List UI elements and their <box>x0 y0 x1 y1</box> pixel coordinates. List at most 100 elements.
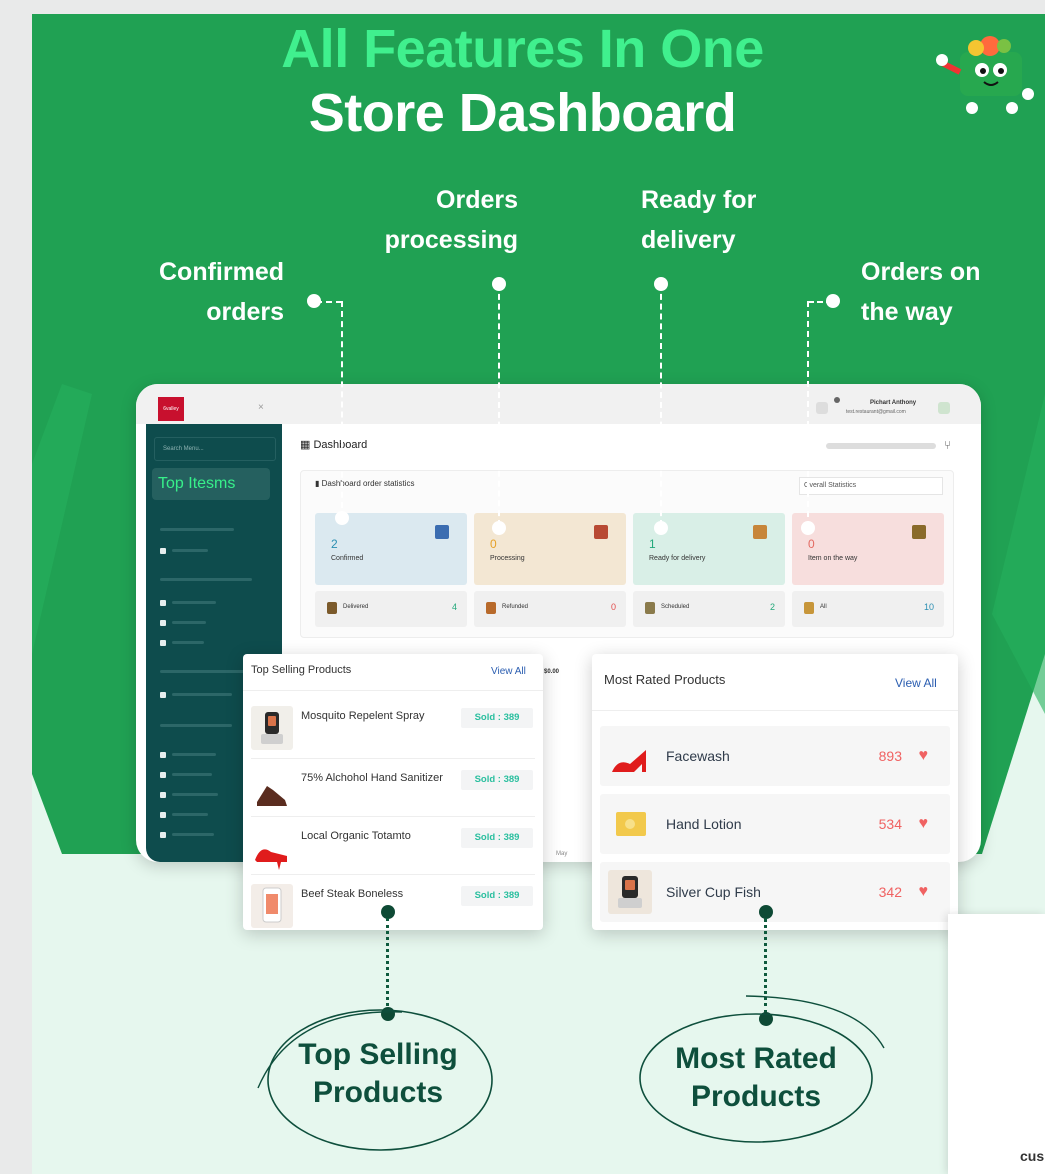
most-rated-view-all-link[interactable]: View All <box>895 676 937 690</box>
callout-ready-line2: delivery <box>641 226 736 254</box>
connector-on-the-way-v <box>807 301 809 527</box>
mini-stat-delivered[interactable]: Delivered 4 <box>315 591 467 627</box>
rating-count: 893 <box>878 748 902 764</box>
divider <box>251 816 535 817</box>
list-item[interactable]: Hand Lotion 534 ♥ <box>600 794 950 854</box>
product-thumbnail <box>608 734 652 778</box>
product-name: Facewash <box>666 748 730 764</box>
table-icon[interactable] <box>160 812 166 818</box>
most-rated-label-line2: Products <box>690 1080 822 1113</box>
home-icon[interactable] <box>160 772 166 778</box>
sold-badge: Sold : 389 <box>461 708 533 728</box>
progress-bar <box>826 443 936 449</box>
callout-processing: Orders processing <box>374 180 518 260</box>
box-icon <box>594 525 608 539</box>
card-value: 0 <box>490 537 497 551</box>
card-item-on-the-way[interactable]: 0 Item on the way <box>792 513 944 585</box>
dashboard-grid-icon: ▦ <box>300 439 314 451</box>
sidebar-item-bar[interactable] <box>172 641 204 644</box>
callout-ready: Ready for delivery <box>641 180 781 260</box>
sidebar-item-bar[interactable] <box>172 793 218 796</box>
sidebar-item-bar[interactable] <box>172 833 214 836</box>
list-item[interactable]: 75% Alchohol Hand Sanitizer Sold : 389 <box>243 762 543 820</box>
card-value: 1 <box>649 537 656 551</box>
list-item[interactable]: Local Organic Totamto Sold : 389 <box>243 820 543 878</box>
connector-confirmed-v <box>341 301 343 518</box>
callout-on-the-way-line1: Orders on <box>861 258 981 286</box>
restaurant-icon[interactable]: ⑂ <box>944 438 951 452</box>
chart-axis-fragment: May <box>556 851 568 857</box>
mini-stat-value: 0 <box>610 602 616 612</box>
list-item[interactable]: Facewash 893 ♥ <box>600 726 950 786</box>
sidebar-item-bar[interactable] <box>172 601 216 604</box>
cart-mascot-icon <box>936 36 1034 114</box>
divider <box>251 758 535 759</box>
mini-stat-scheduled[interactable]: Scheduled 2 <box>633 591 785 627</box>
promo-canvas: All Features In One Store Dashboard Conf… <box>0 0 1045 1174</box>
product-thumbnail <box>251 768 293 812</box>
statistics-title-text: Dashboard order statistics <box>321 479 415 488</box>
sidebar-item-bar[interactable] <box>172 753 216 756</box>
chart-icon[interactable] <box>160 692 166 698</box>
callout-processing-line2: processing <box>384 226 518 254</box>
store-icon[interactable] <box>160 792 166 798</box>
connector-dot <box>381 905 395 919</box>
dashboard-logo: 6valley <box>158 397 184 421</box>
sidebar-item-bar[interactable] <box>172 773 212 776</box>
sidebar-item-bar[interactable] <box>172 813 208 816</box>
callout-on-the-way: Orders on the way <box>861 252 1001 332</box>
connector-dot <box>826 294 840 308</box>
sidebar-item-bar[interactable] <box>172 621 206 624</box>
product-name: Silver Cup Fish <box>666 884 761 900</box>
card-value: 2 <box>331 537 338 551</box>
connector-dot <box>801 521 815 535</box>
settings-icon[interactable] <box>160 600 166 606</box>
heart-icon: ♥ <box>918 815 929 832</box>
rating-count: 534 <box>878 816 902 832</box>
sidebar-item-bar[interactable] <box>172 549 208 552</box>
heart-icon: ♥ <box>918 883 929 900</box>
caret-down-icon[interactable] <box>834 397 840 403</box>
card-label: Confirmed <box>331 555 364 562</box>
product-name: Beef Steak Boneless <box>301 888 404 900</box>
card-label: Processing <box>490 555 525 562</box>
mini-stat-refunded[interactable]: Refunded 0 <box>474 591 626 627</box>
statistics-select[interactable]: Overall Statistics <box>799 477 943 495</box>
callout-confirmed: Confirmed orders <box>148 252 284 332</box>
gear-icon[interactable] <box>160 752 166 758</box>
avatar[interactable] <box>938 402 950 414</box>
sidebar-item-top-items[interactable]: Top Itesms <box>152 468 270 500</box>
sidebar-section-divider <box>160 578 252 581</box>
user-name: Pichart Anthony <box>870 400 917 406</box>
most-rated-label: Most Rated Products <box>656 1040 856 1116</box>
scheduled-icon <box>645 602 655 614</box>
mini-stat-label: All <box>820 604 827 610</box>
top-selling-title: Top Selling Products <box>251 664 352 676</box>
sidebar-item-bar[interactable] <box>172 693 232 696</box>
sidebar-close-icon[interactable]: × <box>258 402 264 413</box>
chat-icon[interactable] <box>816 402 828 414</box>
sidebar-search-input[interactable]: Search Menu... <box>154 437 276 461</box>
mini-stat-label: Refunded <box>502 604 529 610</box>
star-icon[interactable] <box>160 832 166 838</box>
sold-badge: Sold : 389 <box>461 886 533 906</box>
users-icon[interactable] <box>160 640 166 646</box>
location-icon[interactable] <box>160 620 166 626</box>
mini-stat-value: 2 <box>769 602 775 612</box>
clipboard-icon <box>435 525 449 539</box>
sold-badge: Sold : 389 <box>461 828 533 848</box>
product-thumbnail <box>251 826 293 870</box>
most-rated-title: Most Rated Products <box>604 672 726 687</box>
list-item[interactable]: Silver Cup Fish 342 ♥ <box>600 862 950 922</box>
cart-icon[interactable] <box>160 548 166 554</box>
list-item[interactable]: Mosquito Repelent Spray Sold : 389 <box>243 700 543 758</box>
product-thumbnail <box>608 870 652 914</box>
mini-stat-all[interactable]: All 10 <box>792 591 944 627</box>
callout-on-the-way-line2: the way <box>861 298 953 326</box>
card-value: 0 <box>808 537 815 551</box>
connector-dot <box>492 277 506 291</box>
top-selling-view-all-link[interactable]: View All <box>491 666 526 677</box>
callout-confirmed-line1: Confirmed <box>159 258 284 286</box>
user-email: test.restaurant@gmail.com <box>846 409 906 415</box>
statistics-title: ▮ Dashboard order statistics <box>315 479 415 488</box>
